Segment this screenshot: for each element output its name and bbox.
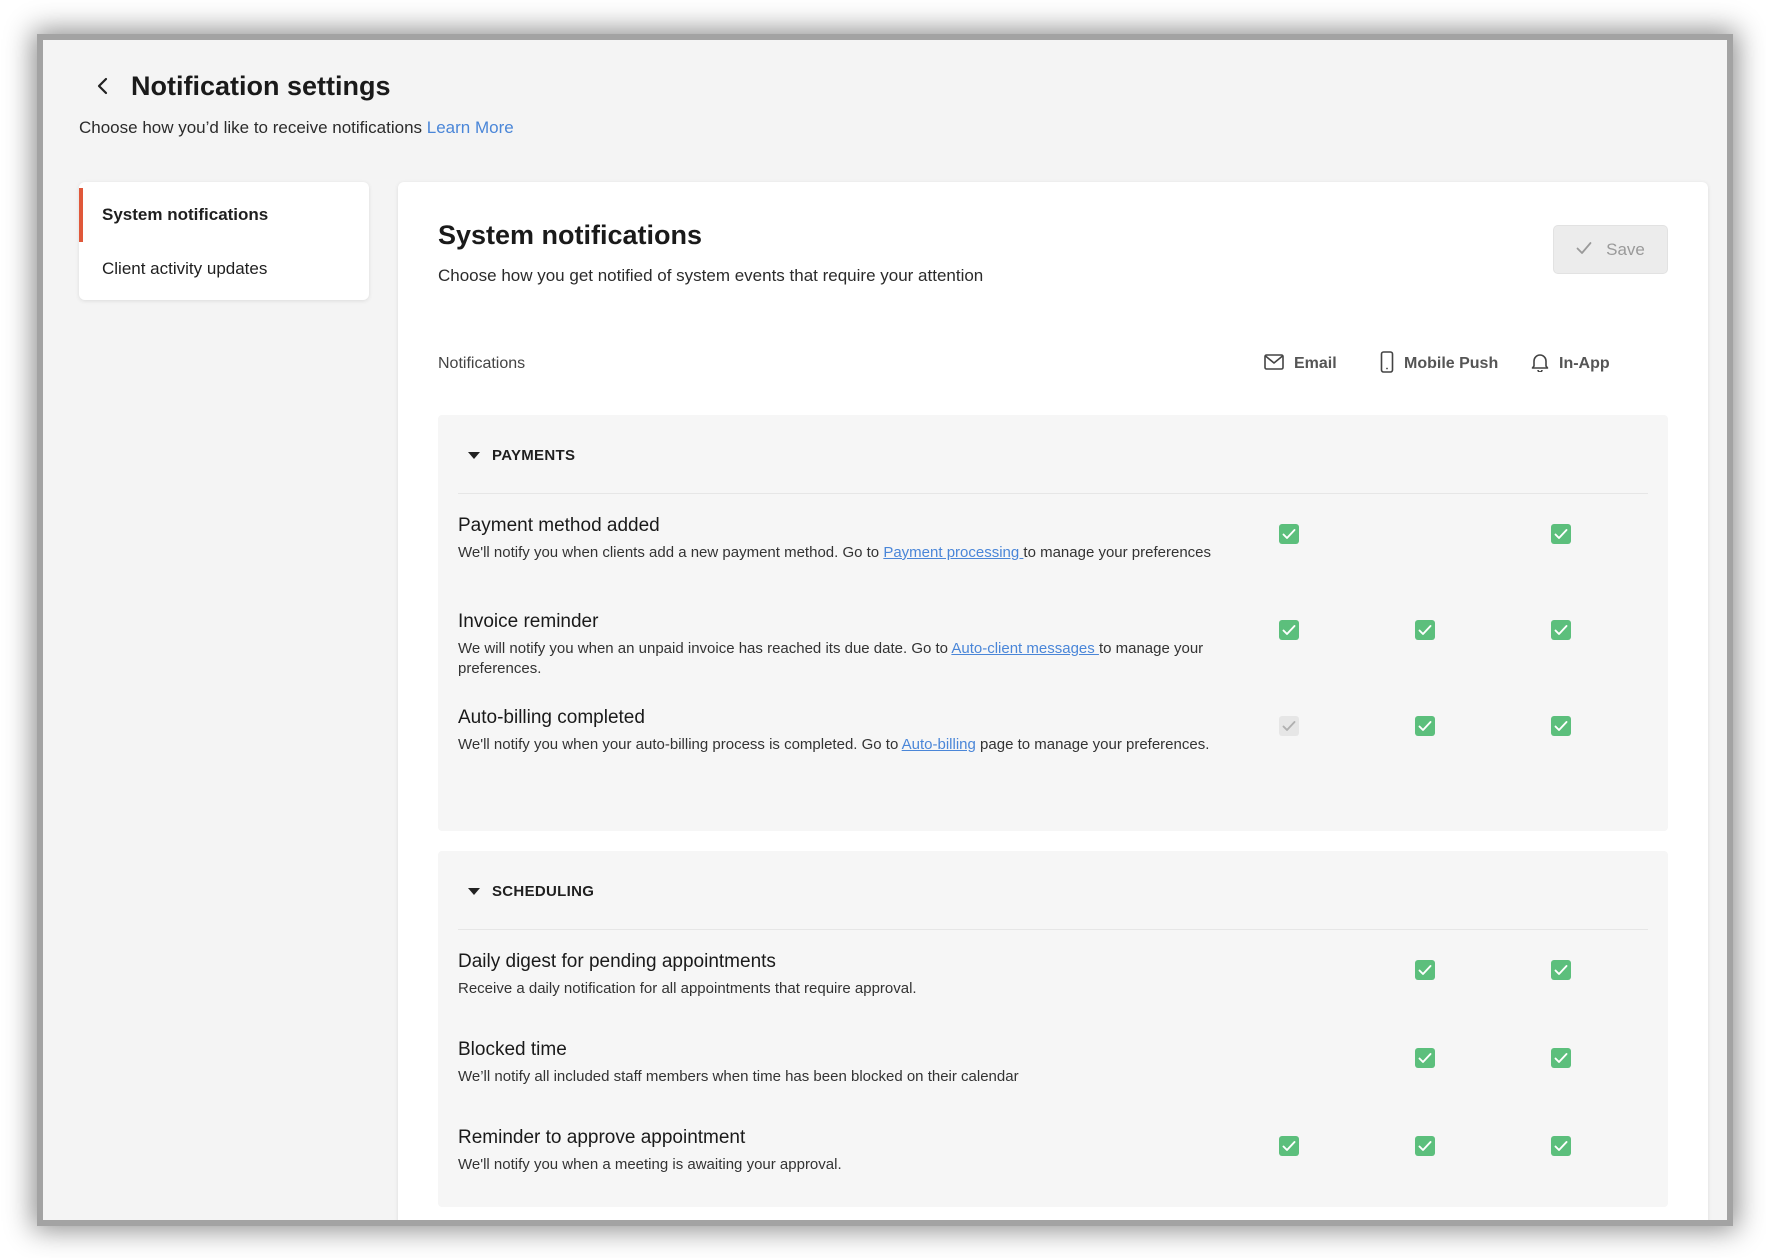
inapp-checkbox[interactable] [1551, 716, 1571, 736]
section-label: PAYMENTS [492, 446, 576, 464]
description-text: We'll notify you when clients add a new … [458, 544, 884, 561]
bell-icon [1531, 352, 1549, 377]
auto-client-messages-link[interactable]: Auto-client messages [951, 640, 1099, 657]
inapp-checkbox[interactable] [1551, 620, 1571, 640]
section-label: SCHEDULING [492, 882, 595, 900]
divider [458, 493, 1648, 494]
mail-icon [1264, 353, 1284, 375]
column-label-email: Email [1294, 355, 1337, 372]
mobile-phone-icon [1380, 350, 1394, 378]
row-description: We'll notify you when your auto-billing … [458, 735, 1228, 755]
page-header: Notification settings Choose how you’d l… [79, 66, 514, 138]
row-description: We'll notify you when a meeting is await… [458, 1156, 842, 1173]
scheduling-section: SCHEDULING Daily digest for pending appo… [438, 851, 1668, 1207]
push-checkbox[interactable] [1415, 1136, 1435, 1156]
push-checkbox[interactable] [1415, 620, 1435, 640]
subtitle-text: Choose how you’d like to receive notific… [79, 118, 423, 137]
column-label-mobile-push: Mobile Push [1404, 355, 1499, 372]
save-button[interactable]: Save [1553, 225, 1668, 274]
description-text: We will notify you when an unpaid invoic… [458, 640, 952, 657]
push-checkbox[interactable] [1415, 716, 1435, 736]
section-description: Choose how you get notified of system ev… [438, 266, 984, 285]
description-text: page to manage your preferences. [975, 736, 1210, 753]
email-checkbox[interactable] [1279, 524, 1299, 544]
email-checkbox[interactable] [1279, 1136, 1299, 1156]
column-header-in-app: In-App [1531, 352, 1610, 376]
column-header-mobile-push: Mobile Push [1380, 350, 1499, 378]
sidebar-item-client-activity-updates[interactable]: Client activity updates [79, 242, 369, 296]
inapp-checkbox[interactable] [1551, 1136, 1571, 1156]
page-title: Notification settings [131, 70, 391, 101]
row-title: Invoice reminder [458, 611, 599, 632]
save-button-label: Save [1606, 239, 1645, 259]
back-arrow-icon[interactable] [85, 68, 121, 104]
page-subtitle: Choose how you’d like to receive notific… [79, 118, 514, 138]
row-description: We'll notify you when clients add a new … [458, 543, 1228, 563]
row-description: We will notify you when an unpaid invoic… [458, 639, 1228, 679]
auto-billing-link[interactable]: Auto-billing [902, 736, 976, 753]
description-text: to manage your preferences [1023, 544, 1212, 561]
notification-row-blocked-time: Blocked time We’ll notify all included s… [458, 1039, 1648, 1087]
payment-processing-link[interactable]: Payment processing [883, 544, 1023, 561]
payments-section: PAYMENTS Payment method added We'll noti… [438, 415, 1668, 831]
description-text: We'll notify you when your auto-billing … [458, 736, 902, 753]
settings-sidebar: System notifications Client activity upd… [79, 182, 369, 300]
sidebar-item-system-notifications[interactable]: System notifications [79, 188, 369, 242]
push-checkbox[interactable] [1415, 960, 1435, 980]
inapp-checkbox[interactable] [1551, 960, 1571, 980]
check-icon [1576, 240, 1592, 260]
column-header-notifications: Notifications [438, 355, 526, 372]
row-title: Payment method added [458, 515, 660, 536]
row-title: Daily digest for pending appointments [458, 951, 776, 972]
learn-more-link[interactable]: Learn More [427, 118, 514, 137]
push-checkbox[interactable] [1415, 1048, 1435, 1068]
notification-row-daily-digest: Daily digest for pending appointments Re… [458, 951, 1648, 999]
row-title: Reminder to approve appointment [458, 1127, 746, 1148]
notification-row-invoice-reminder: Invoice reminder We will notify you when… [458, 611, 1648, 679]
caret-down-icon [468, 887, 480, 895]
caret-down-icon [468, 451, 480, 459]
divider [458, 929, 1648, 930]
title-row: Notification settings [79, 66, 514, 106]
notification-row-payment-method-added: Payment method added We'll notify you wh… [458, 515, 1648, 563]
email-checkbox[interactable] [1279, 620, 1299, 640]
notification-row-reminder-approve: Reminder to approve appointment We'll no… [458, 1127, 1648, 1175]
app-window: Notification settings Choose how you’d l… [43, 40, 1727, 1220]
row-description: We’ll notify all included staff members … [458, 1068, 1019, 1085]
section-title: System notifications [438, 220, 703, 250]
column-label-in-app: In-App [1559, 355, 1610, 372]
row-description: Receive a daily notification for all app… [458, 980, 917, 997]
email-checkbox [1279, 716, 1299, 736]
inapp-checkbox[interactable] [1551, 1048, 1571, 1068]
scheduling-section-toggle[interactable]: SCHEDULING [468, 879, 594, 903]
notification-row-auto-billing-completed: Auto-billing completed We'll notify you … [458, 707, 1648, 755]
main-panel: System notifications Choose how you get … [398, 182, 1708, 1220]
row-title: Auto-billing completed [458, 707, 645, 728]
column-header-email: Email [1264, 352, 1337, 376]
inapp-checkbox[interactable] [1551, 524, 1571, 544]
payments-section-toggle[interactable]: PAYMENTS [468, 443, 575, 467]
row-title: Blocked time [458, 1039, 567, 1060]
